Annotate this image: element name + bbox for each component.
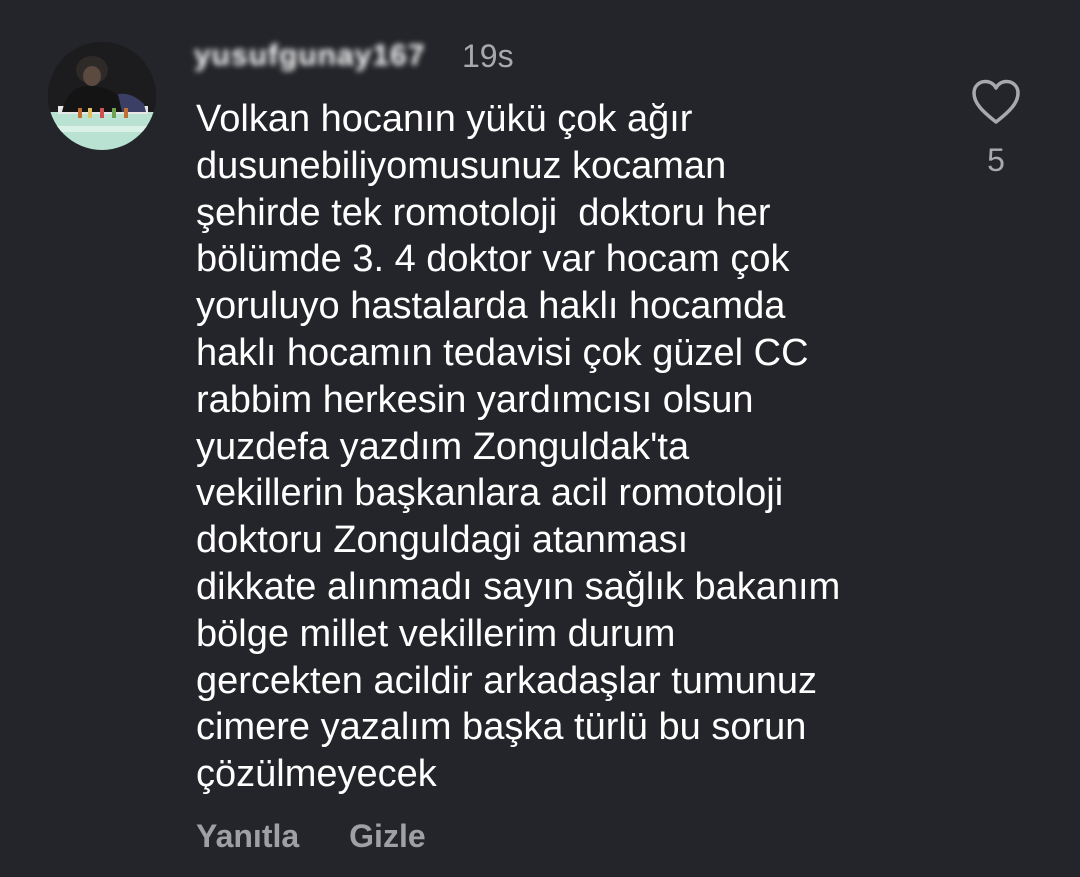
user-avatar[interactable] (48, 42, 156, 150)
avatar-photo-icon (48, 42, 156, 150)
comment-text: Volkan hocanın yükü çok ağır dusunebiliy… (196, 98, 841, 796)
reply-button[interactable]: Yanıtla (196, 814, 299, 858)
hide-button[interactable]: Gizle (349, 814, 425, 858)
comment-timestamp: 19s (462, 38, 514, 74)
username[interactable]: yusufgunay167 (194, 36, 425, 76)
comment-actions: Yanıtla Gizle (196, 814, 426, 858)
like-count: 5 (987, 142, 1005, 178)
heart-outline-icon[interactable] (970, 78, 1022, 126)
